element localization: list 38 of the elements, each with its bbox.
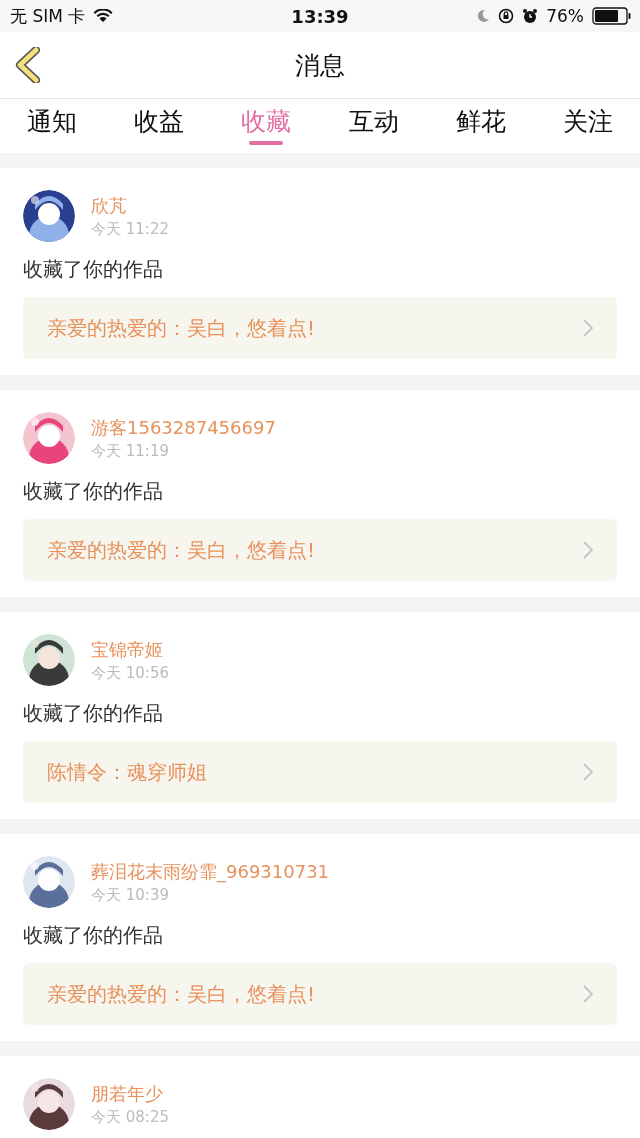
message-text: 收藏了你的作品: [23, 922, 164, 949]
tab[interactable]: 关注: [543, 99, 632, 153]
wifi-icon: [93, 9, 114, 23]
battery-percent: 76%: [546, 6, 584, 26]
battery-icon: [592, 7, 632, 25]
message-time: 今天 10:56: [91, 663, 169, 683]
user-name[interactable]: 朋若年少: [91, 1081, 169, 1106]
rotation-lock-icon: [498, 8, 515, 24]
tab[interactable]: 收益: [115, 99, 204, 153]
tab[interactable]: 鲜花: [436, 99, 525, 153]
work-link[interactable]: 亲爱的热爱的：吴白，悠着点!: [23, 297, 617, 359]
chevron-icon: [583, 763, 593, 781]
tab[interactable]: 互动: [329, 99, 418, 153]
chevron-icon: [583, 541, 593, 559]
user-name[interactable]: 葬泪花末雨纷霏_969310731: [91, 859, 330, 884]
back-icon[interactable]: [14, 47, 42, 83]
message-text: 收藏了你的作品: [23, 478, 164, 505]
user-name[interactable]: 游客1563287456697: [91, 415, 276, 440]
work-link[interactable]: 陈情令：魂穿师姐: [23, 741, 617, 803]
clock-time: 13:39: [291, 5, 349, 27]
alarm-icon: [522, 8, 539, 24]
message-time: 今天 11:19: [91, 441, 170, 461]
message-time: 今天 11:22: [91, 219, 169, 239]
user-name[interactable]: 宝锦帝姬: [91, 637, 169, 662]
chevron-icon: [583, 319, 593, 337]
work-link[interactable]: 亲爱的热爱的：吴白，悠着点!: [23, 963, 617, 1025]
work-link[interactable]: 亲爱的热爱的：吴白，悠着点!: [23, 519, 617, 581]
page-title: 消息: [295, 49, 345, 82]
message-text: 收藏了你的作品: [23, 256, 164, 283]
tab[interactable]: 通知: [8, 99, 96, 153]
user-name[interactable]: 欣芃: [91, 193, 169, 218]
message-time: 今天 08:25: [91, 1107, 169, 1127]
carrier-label: 无 SIM 卡: [10, 4, 86, 28]
message-time: 今天 10:39: [91, 885, 170, 905]
moon-icon: [476, 9, 491, 23]
message-text: 收藏了你的作品: [23, 700, 164, 727]
chevron-icon: [583, 985, 593, 1003]
tab[interactable]: 收藏: [222, 99, 311, 153]
